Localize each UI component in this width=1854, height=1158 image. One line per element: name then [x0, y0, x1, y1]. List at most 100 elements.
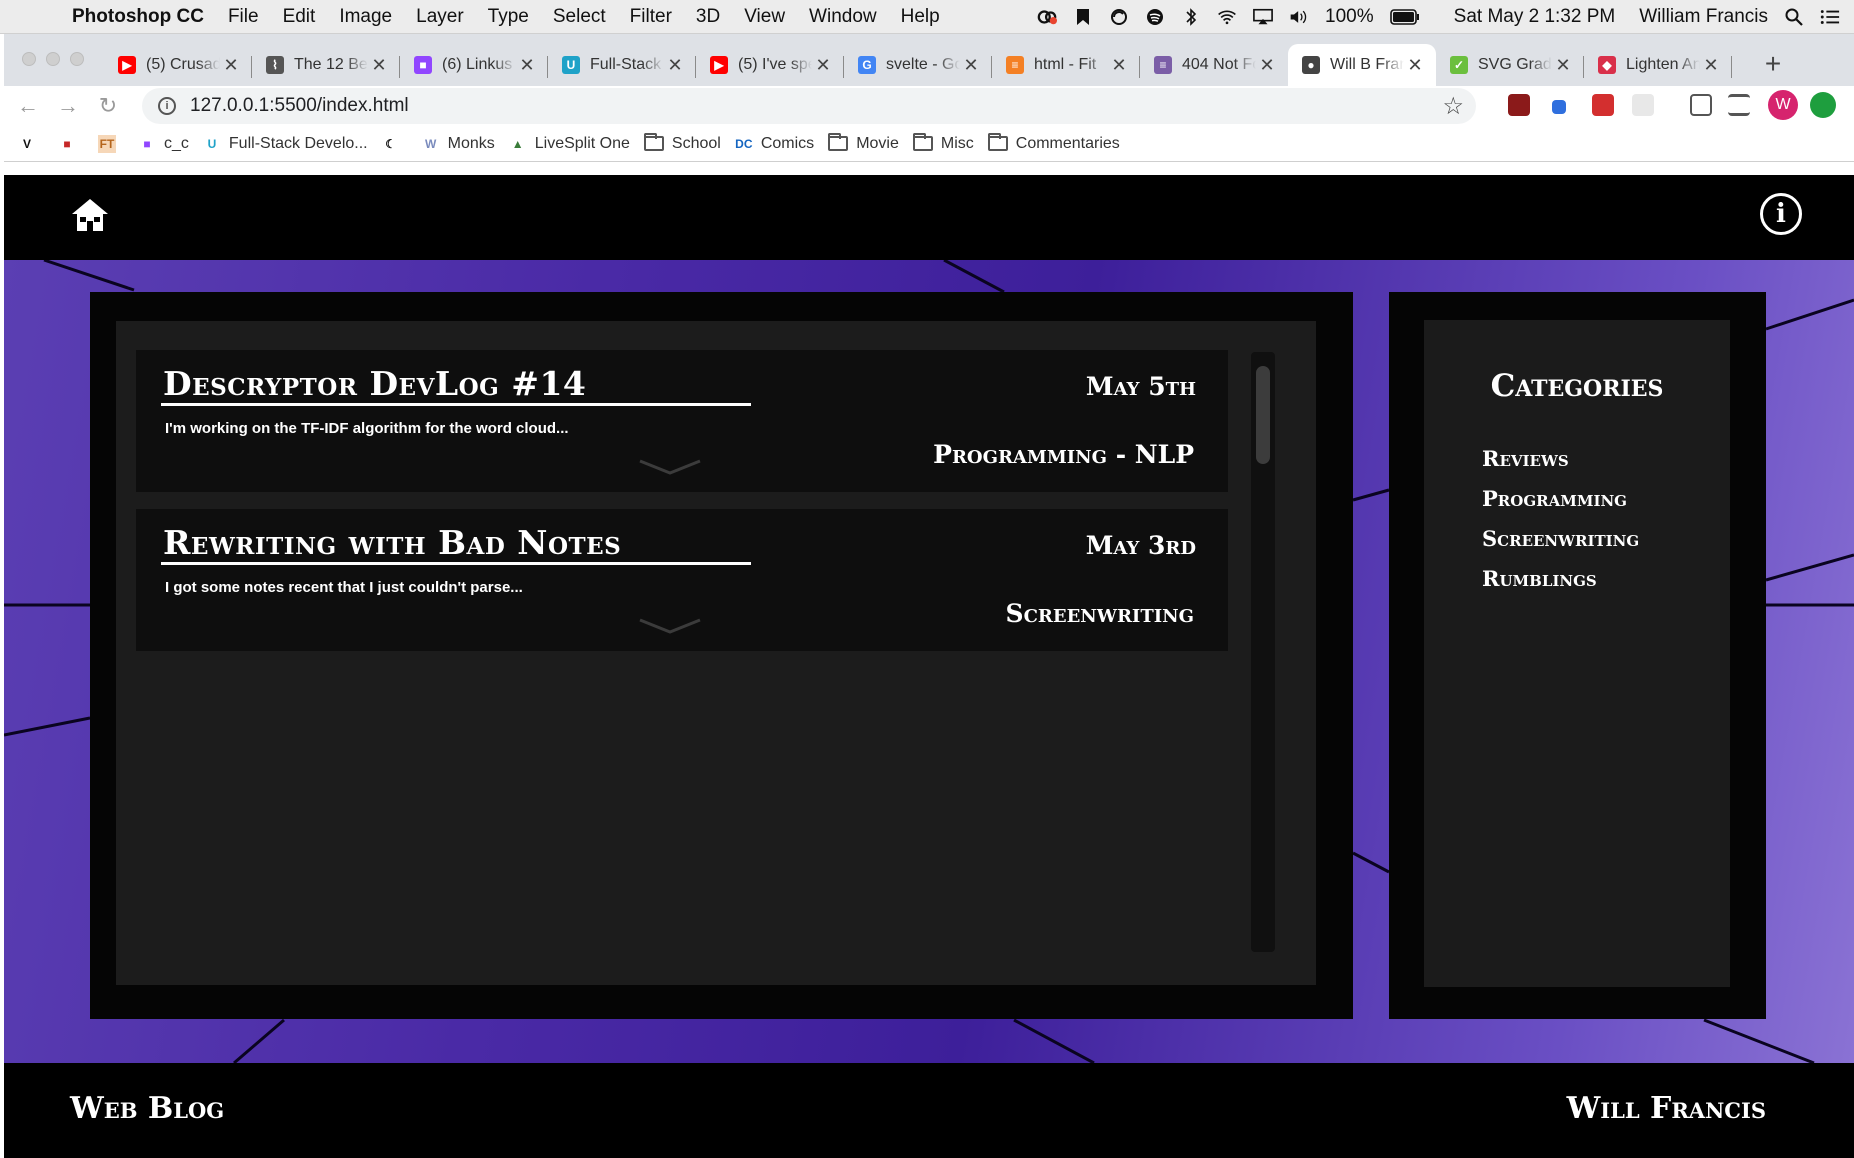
browser-tab[interactable]: ◆ Lighten And✕ — [1584, 44, 1732, 86]
home-icon[interactable] — [70, 197, 110, 233]
menu-file[interactable]: File — [228, 6, 259, 28]
browser-tab[interactable]: ≡ html - Fit ✕ — [992, 44, 1140, 86]
bookmark-item[interactable]: ☾ — [382, 135, 408, 153]
sync-icon[interactable] — [1109, 7, 1129, 27]
chevron-down-icon[interactable] — [638, 617, 702, 635]
ellipsis-extension-icon[interactable] — [1592, 94, 1614, 116]
menu-view[interactable]: View — [744, 6, 785, 28]
close-tab-icon[interactable]: ✕ — [516, 55, 538, 76]
post-card[interactable]: Rewriting with Bad Notes May 3rd I got s… — [136, 509, 1228, 651]
bookmark-item[interactable]: ■ — [58, 135, 84, 153]
post-category[interactable]: Programming - NLP — [933, 440, 1194, 469]
close-tab-icon[interactable]: ✕ — [1700, 55, 1722, 76]
menu-layer[interactable]: Layer — [416, 6, 464, 28]
back-arrow-icon[interactable]: ← — [14, 92, 42, 120]
close-window-button[interactable] — [22, 52, 36, 66]
browser-tab[interactable]: Gsvelte - Google✕ — [844, 44, 992, 86]
close-tab-icon[interactable]: ✕ — [1552, 55, 1574, 76]
menu-app-name[interactable]: Photoshop CC — [72, 6, 204, 28]
color-picker-extension-icon[interactable] — [1552, 100, 1566, 114]
close-tab-icon[interactable]: ✕ — [1256, 55, 1278, 76]
airplay-icon[interactable] — [1253, 7, 1273, 27]
info-icon[interactable]: i — [1760, 193, 1802, 235]
update-icon[interactable] — [1810, 92, 1836, 118]
maximize-window-button[interactable] — [70, 52, 84, 66]
browser-tab[interactable]: ⌇ The 12 Best✕ — [252, 44, 400, 86]
bookmark-item[interactable]: Misc — [912, 133, 974, 153]
close-tab-icon[interactable]: ✕ — [1404, 55, 1426, 76]
footer-site-name[interactable]: Web Blog — [70, 1091, 224, 1126]
address-bar[interactable]: i 127.0.0.1:5500/index.html ☆ — [142, 88, 1476, 124]
volume-icon[interactable] — [1289, 7, 1309, 27]
bookmark-item[interactable]: ■ c_c — [138, 135, 189, 153]
google-icon: G — [858, 56, 876, 74]
menubar-clock[interactable]: Sat May 2 1:32 PM — [1454, 6, 1616, 28]
address-bar-url[interactable]: 127.0.0.1:5500/index.html — [190, 95, 409, 117]
bookmark-item[interactable]: DC Comics — [735, 135, 814, 153]
bookmark-item[interactable]: U Full-Stack Develo... — [203, 135, 368, 153]
close-tab-icon[interactable]: ✕ — [368, 55, 390, 76]
profile-avatar[interactable]: W — [1768, 90, 1798, 120]
creative-cloud-icon[interactable] — [1037, 7, 1058, 27]
close-tab-icon[interactable]: ✕ — [220, 55, 242, 76]
menu-window[interactable]: Window — [809, 6, 877, 28]
browser-tab[interactable]: ▶ (5) Crusader Kings✕ — [104, 44, 252, 86]
minimize-window-button[interactable] — [46, 52, 60, 66]
category-link-screenwriting[interactable]: Screenwriting — [1482, 524, 1639, 564]
bookmark-item[interactable]: School — [643, 133, 721, 153]
bookmark-item[interactable]: Movie — [828, 133, 899, 153]
bookmark-item[interactable]: Commentaries — [987, 133, 1120, 153]
browser-tab[interactable]: ■ (6) Linkus ✕ — [400, 44, 548, 86]
media-queue-icon[interactable] — [1728, 94, 1750, 116]
menu-image[interactable]: Image — [339, 6, 392, 28]
post-title[interactable]: Rewriting with Bad Notes — [163, 523, 621, 562]
notification-center-icon[interactable] — [1820, 7, 1840, 27]
browser-tab[interactable]: ≡ 404 Not Found✕ — [1140, 44, 1288, 86]
grid-extension-icon[interactable] — [1632, 94, 1654, 116]
menubar-user[interactable]: William Francis — [1639, 6, 1768, 28]
post-title[interactable]: Descryptor DevLog #14 — [163, 364, 586, 403]
new-tab-button[interactable]: + — [1756, 48, 1790, 80]
bluetooth-icon[interactable] — [1181, 7, 1201, 27]
ublock-extension-icon[interactable] — [1508, 94, 1530, 116]
close-tab-icon[interactable]: ✕ — [664, 55, 686, 76]
spotlight-search-icon[interactable] — [1784, 7, 1804, 27]
menu-help[interactable]: Help — [901, 6, 940, 28]
post-category[interactable]: Screenwriting — [1006, 599, 1194, 628]
forward-arrow-icon[interactable]: → — [54, 92, 82, 120]
menu-edit[interactable]: Edit — [283, 6, 316, 28]
chevron-down-icon[interactable] — [638, 458, 702, 476]
category-link-reviews[interactable]: Reviews — [1482, 444, 1639, 484]
browser-tab[interactable]: ● Will B Francis✕ — [1288, 44, 1436, 86]
post-card[interactable]: Descryptor DevLog #14 May 5th I'm workin… — [136, 350, 1228, 492]
site-info-icon[interactable]: i — [158, 97, 176, 115]
bookmark-item[interactable]: ▲ LiveSplit One — [509, 135, 630, 153]
bookmark-item[interactable]: V — [18, 135, 44, 153]
menu-type[interactable]: Type — [488, 6, 529, 28]
content-area: Descryptor DevLog #14 May 5th I'm workin… — [4, 260, 1854, 1063]
menu-3d[interactable]: 3D — [696, 6, 720, 28]
menu-select[interactable]: Select — [553, 6, 606, 28]
spotify-icon[interactable] — [1145, 7, 1165, 27]
battery-icon[interactable] — [1389, 7, 1420, 27]
tab-title: SVG Gradient — [1478, 56, 1552, 73]
browser-tab[interactable]: ✓ SVG Gradient✕ — [1436, 44, 1584, 86]
scrollbar-thumb[interactable] — [1256, 366, 1270, 464]
browser-tab[interactable]: ▶ (5) I've spent✕ — [696, 44, 844, 86]
cast-icon[interactable] — [1690, 94, 1712, 116]
menu-filter[interactable]: Filter — [630, 6, 672, 28]
category-link-programming[interactable]: Programming — [1482, 484, 1639, 524]
bookmark-item[interactable]: FT — [98, 134, 124, 153]
bookmark-icon[interactable] — [1073, 7, 1093, 27]
posts-list: Descryptor DevLog #14 May 5th I'm workin… — [116, 321, 1316, 985]
footer-author-name[interactable]: Will Francis — [1567, 1091, 1766, 1126]
bookmark-star-icon[interactable]: ☆ — [1442, 92, 1464, 121]
browser-tab[interactable]: U Full-Stack ✕ — [548, 44, 696, 86]
reload-icon[interactable]: ↻ — [94, 92, 122, 120]
close-tab-icon[interactable]: ✕ — [960, 55, 982, 76]
close-tab-icon[interactable]: ✕ — [1108, 55, 1130, 76]
bookmark-item[interactable]: W Monks — [422, 135, 495, 153]
close-tab-icon[interactable]: ✕ — [812, 55, 834, 76]
wifi-icon[interactable] — [1217, 7, 1237, 27]
category-link-rumblings[interactable]: Rumblings — [1482, 564, 1639, 604]
